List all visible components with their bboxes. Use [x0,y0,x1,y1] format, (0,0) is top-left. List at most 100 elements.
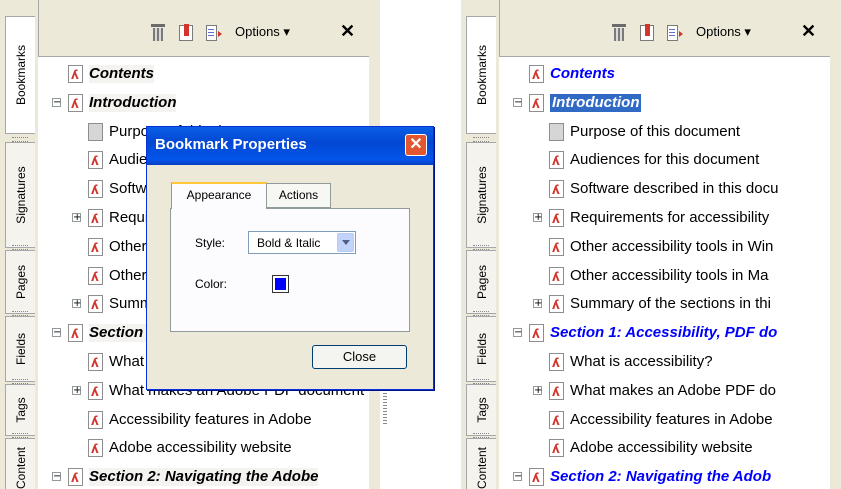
tab-grip [12,245,28,250]
pdf-bookmark-icon [88,122,103,141]
expand-icon[interactable]: + [533,213,542,223]
pdf-bookmark-icon: ʎ [88,381,103,400]
bookmark-label: Other accessibility tools in Ma [570,266,769,284]
right-bookmarks-toolbar: Options ▾ ✕ [499,0,841,56]
tab-tags[interactable]: Tags [5,384,35,436]
pdf-bookmark-icon: ʎ [549,381,564,400]
expand-bookmark-icon[interactable] [206,24,222,42]
color-swatch-fill [275,278,286,290]
left-bookmarks-toolbar: Options ▾ ✕ [38,0,380,56]
delete-bookmark-icon[interactable] [612,24,626,42]
bookmark-label: Contents [550,65,615,82]
bookmark-label: What makes an Adobe PDF do [570,381,776,399]
tab-label: Bookmarks [474,44,489,106]
tab-grip [473,433,489,438]
color-picker-button[interactable] [272,275,289,293]
pdf-bookmark-icon: ʎ [549,180,564,199]
bookmark-label: Contents [89,65,154,83]
bookmark-label: Other accessibility tools in Win [570,237,774,255]
bookmark-label: Section 1: Accessibility, PDF do [550,324,778,342]
bookmark-label: Section 2: Navigating the Adobe [89,468,319,487]
collapse-icon[interactable]: − [513,97,522,107]
collapse-icon[interactable]: − [52,472,61,482]
expand-bookmark-icon[interactable] [667,24,683,42]
tab-grip [12,433,28,438]
color-label: Color: [195,277,228,291]
tab-content[interactable]: Content [5,438,35,489]
left-tab-strip: Bookmarks Signatures Pages Fields Tags Conten… [0,0,39,489]
collapse-icon[interactable]: − [513,328,522,338]
pdf-bookmark-icon: ʎ [549,151,564,170]
panel-resize-grip[interactable] [383,393,387,425]
tab-grip [473,379,489,384]
bookmark-label: Adobe accessibility website [109,439,292,457]
close-panel-button[interactable]: ✕ [801,21,816,42]
expand-icon[interactable]: + [72,213,81,223]
collapse-icon[interactable]: − [52,328,61,338]
bookmark-label: Summary of the sections in thi [570,295,771,313]
tab-content[interactable]: Content [466,438,496,489]
pdf-bookmark-icon: ʎ [549,410,564,429]
tab-pages[interactable]: Pages [5,250,35,314]
expand-icon[interactable]: + [72,299,81,309]
bookmark-label: Introduction [550,93,642,112]
appearance-tab-panel [170,208,410,332]
tab-grip [12,379,28,384]
pdf-bookmark-icon: ʎ [549,209,564,227]
bookmark-label: What is accessibility? [570,353,713,370]
pdf-bookmark-icon: ʎ [549,295,564,314]
tab-signatures[interactable]: Signatures [5,142,35,248]
close-panel-button[interactable]: ✕ [340,21,355,42]
tab-fields[interactable]: Fields [466,316,496,382]
new-bookmark-icon[interactable] [179,24,195,42]
tab-label: Content [13,446,28,489]
pdf-bookmark-icon: ʎ [88,209,103,227]
collapse-icon[interactable]: − [513,472,522,482]
right-bookmark-tree: ʎ Contents − ʎ Introduction Purpose of this d… [499,56,830,489]
tab-actions[interactable]: Actions [267,183,331,208]
bookmark-label: Accessibility features in Adobe [109,410,312,428]
style-select-value: Bold & Italic [257,236,321,250]
style-select[interactable]: Bold & Italic [248,231,356,254]
options-menu[interactable]: Options ▾ [235,24,290,40]
pdf-bookmark-icon: ʎ [68,468,83,487]
pdf-bookmark-icon: ʎ [549,439,564,458]
expand-icon[interactable]: + [533,385,542,395]
options-menu[interactable]: Options ▾ [696,24,751,40]
tab-label: Signatures [474,166,489,224]
bookmark-label: Software described in this docu [570,180,779,198]
pdf-bookmark-icon: ʎ [549,237,564,256]
tab-bookmarks[interactable]: Bookmarks [5,16,35,134]
tab-bookmarks[interactable]: Bookmarks [466,16,496,134]
right-navigation-panel: Bookmarks Signatures Pages Fields Tags Conten… [461,0,841,489]
new-bookmark-icon[interactable] [640,24,656,42]
tab-grip [12,311,28,316]
bookmark-label: Introduction [89,93,177,112]
close-button[interactable]: Close [312,345,407,369]
pdf-bookmark-icon: ʎ [88,266,103,285]
chevron-down-icon[interactable] [337,233,354,252]
pdf-bookmark-icon: ʎ [88,295,103,314]
tab-pages[interactable]: Pages [466,250,496,314]
delete-bookmark-icon[interactable] [151,24,165,42]
expand-icon[interactable]: + [72,385,81,395]
tab-tags[interactable]: Tags [466,384,496,436]
tab-appearance[interactable]: Appearance [171,182,267,209]
tab-fields[interactable]: Fields [5,316,35,382]
pdf-bookmark-icon: ʎ [68,324,83,343]
collapse-icon[interactable]: − [52,97,61,107]
tab-grip [12,137,28,142]
dialog-title: Bookmark Properties [155,136,307,153]
dialog-title-bar[interactable]: Bookmark Properties ✕ [147,127,433,165]
pdf-bookmark-icon: ʎ [529,93,544,112]
bookmark-label: Audiences for this document [570,151,760,169]
dialog-close-button[interactable]: ✕ [405,134,427,156]
pdf-bookmark-icon: ʎ [88,439,103,458]
pdf-bookmark-icon: ʎ [549,353,564,371]
tab-signatures[interactable]: Signatures [466,142,496,248]
pdf-bookmark-icon: ʎ [88,237,103,256]
expand-icon[interactable]: + [533,299,542,309]
tab-label: Pages [474,264,489,300]
tab-label: Tags [474,397,489,423]
bookmark-label: Accessibility features in Adobe [570,410,773,428]
